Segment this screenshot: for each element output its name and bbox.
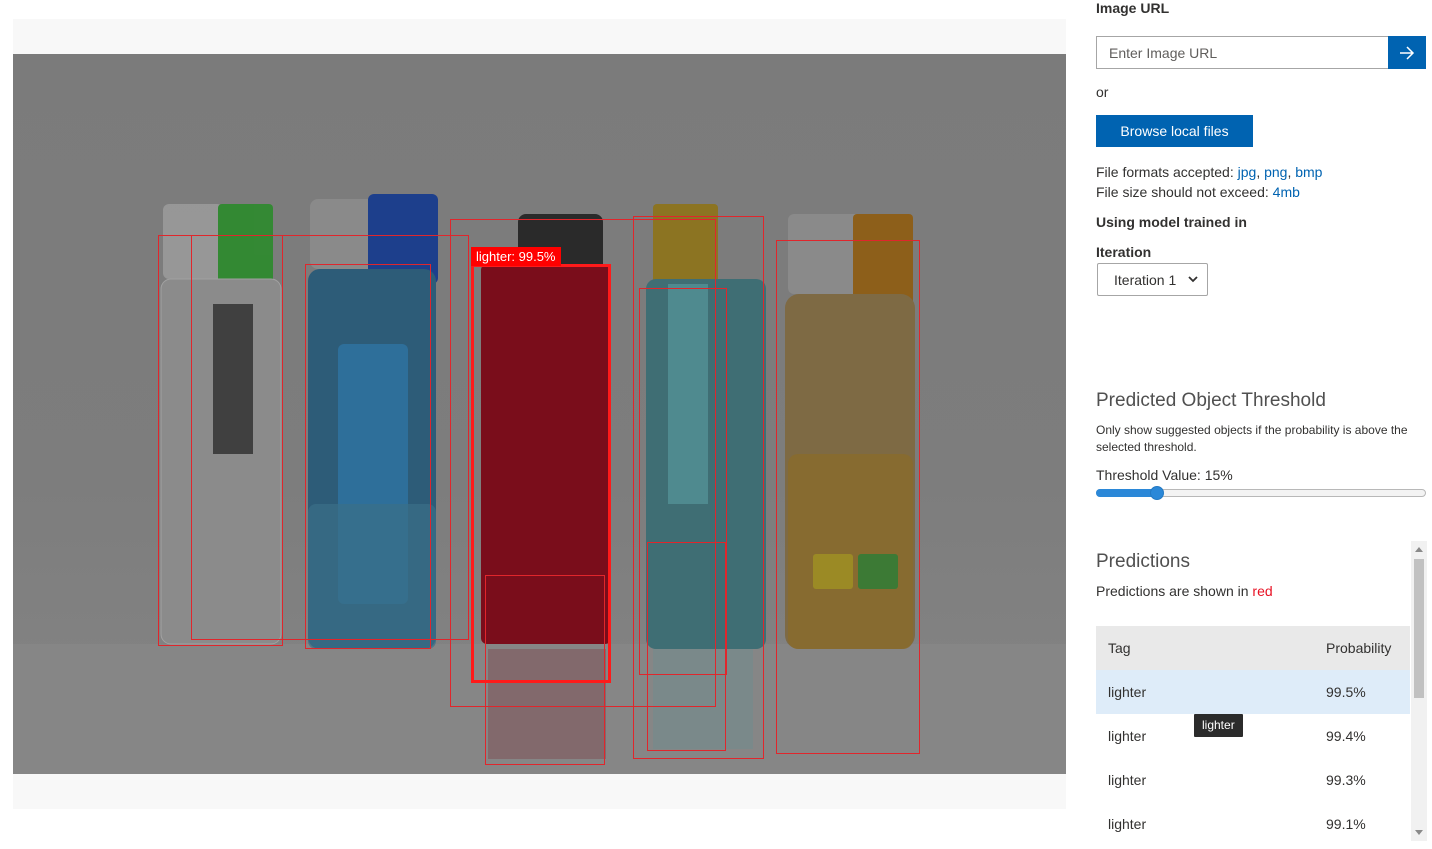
threshold-title: Predicted Object Threshold — [1096, 390, 1326, 411]
format-link-png[interactable]: png — [1264, 164, 1287, 180]
uploaded-image: lighter: 99.5% — [13, 54, 1066, 774]
iteration-label: Iteration — [1096, 244, 1152, 260]
chevron-down-icon — [1188, 276, 1198, 283]
row-tooltip: lighter — [1194, 714, 1243, 737]
table-row[interactable]: lighter 99.5% — [1096, 670, 1410, 714]
submit-url-button[interactable] — [1388, 36, 1426, 69]
table-header: Tag Probability — [1096, 626, 1410, 670]
selected-prediction-box[interactable] — [471, 264, 611, 683]
threshold-slider[interactable] — [1096, 486, 1426, 500]
size-limit-link[interactable]: 4mb — [1273, 184, 1300, 200]
predictions-scrollbar[interactable] — [1411, 541, 1427, 841]
table-row[interactable]: lighter 99.4% — [1096, 714, 1410, 758]
table-row[interactable]: lighter 99.1% — [1096, 802, 1410, 841]
slider-fill — [1096, 489, 1157, 497]
iteration-select[interactable]: Iteration 1 — [1097, 263, 1208, 296]
row-probability: 99.1% — [1326, 816, 1366, 832]
scroll-down-arrow-icon[interactable] — [1415, 830, 1423, 835]
row-probability: 99.3% — [1326, 772, 1366, 788]
row-tag: lighter — [1108, 816, 1147, 832]
image-url-input[interactable] — [1096, 36, 1389, 69]
scrollbar-thumb[interactable] — [1414, 559, 1424, 698]
prediction-box[interactable] — [776, 240, 920, 754]
scroll-up-arrow-icon[interactable] — [1415, 547, 1423, 552]
browse-local-files-button[interactable]: Browse local files — [1096, 115, 1253, 147]
prediction-box[interactable] — [305, 264, 431, 649]
format-link-jpg[interactable]: jpg — [1238, 164, 1257, 180]
formats-label: File formats accepted: — [1096, 164, 1234, 180]
threshold-description: Only show suggested objects if the proba… — [1096, 423, 1408, 454]
predictions-title: Predictions — [1096, 551, 1190, 572]
file-requirements: File formats accepted: jpg, png, bmp Fil… — [1096, 164, 1323, 200]
predictions-color-word: red — [1252, 583, 1273, 599]
selected-box-label: lighter: 99.5% — [471, 247, 561, 266]
iteration-selected-value: Iteration 1 — [1114, 271, 1177, 288]
arrow-right-icon — [1400, 45, 1415, 60]
threshold-value-label: Threshold Value: 15% — [1096, 467, 1233, 483]
predictions-subtitle-text: Predictions are shown in — [1096, 583, 1249, 599]
row-probability: 99.5% — [1326, 684, 1366, 700]
predictions-subtitle: Predictions are shown in red — [1096, 583, 1273, 599]
prediction-box[interactable] — [647, 542, 726, 751]
predictions-table: Tag Probability lighter 99.5% lighter 99… — [1096, 626, 1410, 841]
row-probability: 99.4% — [1326, 728, 1366, 744]
prediction-sidebar: Image URL or Browse local files File for… — [1096, 0, 1432, 849]
predictions-panel: Predictions Predictions are shown in red… — [1096, 541, 1427, 841]
model-trained-label: Using model trained in — [1096, 214, 1247, 230]
image-url-label: Image URL — [1096, 0, 1170, 16]
row-tag: lighter — [1108, 772, 1147, 788]
or-divider-text: or — [1096, 84, 1109, 100]
format-link-bmp[interactable]: bmp — [1295, 164, 1322, 180]
column-header-probability: Probability — [1326, 640, 1392, 656]
table-row[interactable]: lighter 99.3% — [1096, 758, 1410, 802]
row-tag: lighter — [1108, 684, 1147, 700]
column-header-tag: Tag — [1108, 640, 1131, 656]
slider-thumb[interactable] — [1150, 486, 1164, 500]
size-label: File size should not exceed: — [1096, 184, 1269, 200]
